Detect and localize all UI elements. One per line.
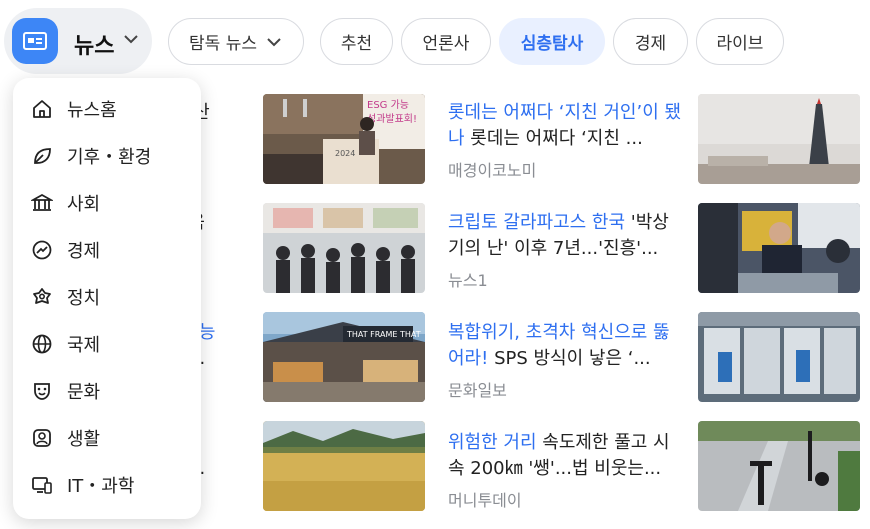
article-1[interactable]: 롯데는 어쩌다 ‘지친 거인’이 됐나 롯데는 어쩌다 ‘지친 ... 매경이코… xyxy=(448,100,684,184)
institution-icon xyxy=(31,193,53,211)
article-1-source[interactable]: 매경이코노미 xyxy=(448,158,684,184)
devices-icon xyxy=(32,477,52,494)
thumbnail-market[interactable]: THAT FRAME THAT xyxy=(263,312,425,402)
caption-3: 2024 xyxy=(335,149,355,158)
thumbnail-meeting[interactable] xyxy=(698,203,860,293)
caption-1: ESG 가능 xyxy=(367,99,409,111)
chevron-down-icon[interactable] xyxy=(122,30,140,48)
mask-icon xyxy=(34,383,50,400)
category-dropdown-menu: 뉴스홈 기후・환경 사회 경제 정치 국제 문화 생활 IT・과학 xyxy=(13,78,201,519)
chip-in-depth[interactable]: 심층탐사 xyxy=(499,18,605,65)
article-4[interactable]: 위험한 거리 속도제한 풀고 시속 200㎞ '쌩'...법 비웃는... 머니… xyxy=(448,430,684,514)
article-2-highlight: 크립토 갈라파고스 한국 xyxy=(448,212,626,233)
thumbnail-ceremony[interactable]: ESG 가능 성과발표회! 2024 xyxy=(263,94,425,184)
home-icon xyxy=(33,100,51,118)
flower-icon xyxy=(33,288,51,304)
chip-economy[interactable]: 경제 xyxy=(613,18,688,65)
menu-item-international[interactable]: 국제 xyxy=(13,324,201,364)
article-3[interactable]: 복합위기, 초격차 혁신으로 뚫어라! SPS 방식이 낳은 ‘... 문화일보 xyxy=(448,320,684,404)
menu-item-it-science[interactable]: IT・과학 xyxy=(13,465,201,505)
chevron-down-icon xyxy=(267,37,281,46)
top-bar: 뉴스 탐독 뉴스 추천 언론사 심층탐사 경제 라이브 xyxy=(0,0,870,84)
menu-item-climate[interactable]: 기후・환경 xyxy=(13,136,201,176)
article-4-source[interactable]: 머니투데이 xyxy=(448,488,684,514)
article-3-source[interactable]: 문화일보 xyxy=(448,378,684,404)
menu-item-culture[interactable]: 문화 xyxy=(13,371,201,411)
article-2[interactable]: 크립토 갈라파고스 한국 '박상기의 난' 이후 7년...'진흥'... 뉴스… xyxy=(448,210,684,294)
menu-item-news-home[interactable]: 뉴스홈 xyxy=(13,89,201,129)
news-card-icon[interactable] xyxy=(12,18,58,64)
person-icon xyxy=(33,429,51,447)
chip-tamdok-news[interactable]: 탐독 뉴스 xyxy=(168,18,304,65)
menu-item-society[interactable]: 사회 xyxy=(13,183,201,223)
menu-item-life[interactable]: 생활 xyxy=(13,418,201,458)
thumbnail-machines[interactable] xyxy=(698,312,860,402)
thumbnail-crowd[interactable] xyxy=(263,203,425,293)
thumbnail-rice-field[interactable] xyxy=(263,421,425,511)
market-sign: THAT FRAME THAT xyxy=(346,330,421,339)
thumbnail-scooter[interactable] xyxy=(698,421,860,511)
trend-chart-icon xyxy=(32,240,52,260)
leaf-icon xyxy=(34,148,51,164)
article-2-source[interactable]: 뉴스1 xyxy=(448,268,684,294)
menu-item-economy[interactable]: 경제 xyxy=(13,230,201,270)
menu-item-politics[interactable]: 정치 xyxy=(13,277,201,317)
chip-press[interactable]: 언론사 xyxy=(401,18,491,65)
thumbnail-lotte-tower[interactable] xyxy=(698,94,860,184)
caption-2: 성과발표회! xyxy=(367,113,417,125)
chip-recommend[interactable]: 추천 xyxy=(320,18,393,65)
globe-icon xyxy=(32,334,52,354)
article-1-rest: 롯데는 어쩌다 ‘지친 ... xyxy=(464,128,643,149)
article-4-highlight: 위험한 거리 xyxy=(448,432,537,453)
article-3-rest: SPS 방식이 낳은 ‘... xyxy=(488,348,651,369)
chip-live[interactable]: 라이브 xyxy=(696,18,784,65)
app-title[interactable]: 뉴스 xyxy=(74,28,114,60)
